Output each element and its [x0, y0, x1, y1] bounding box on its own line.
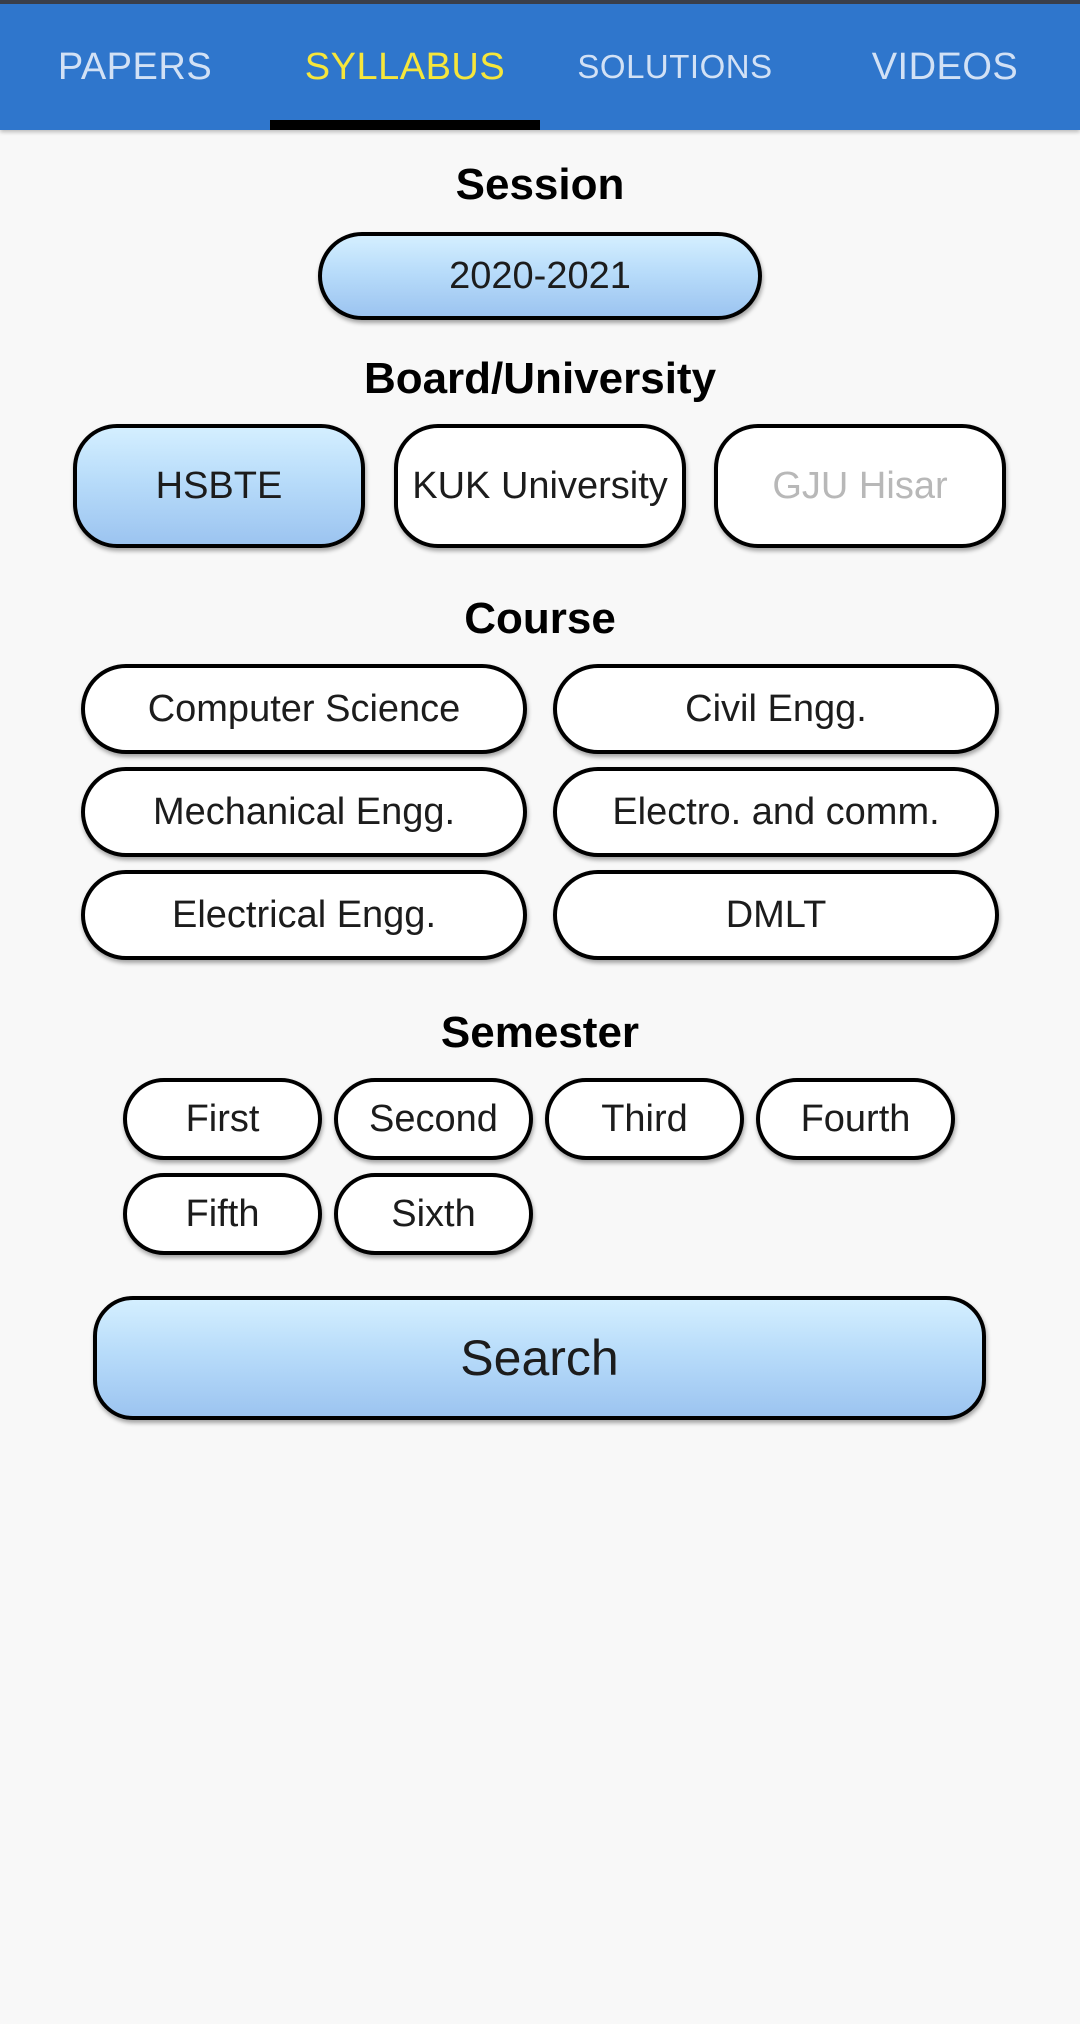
semester-option-first[interactable]: First	[123, 1078, 322, 1160]
semester-option-fifth[interactable]: Fifth	[123, 1173, 322, 1255]
top-tab-bar: PAPERS SYLLABUS SOLUTIONS VIDEOS	[0, 0, 1080, 130]
active-tab-indicator	[270, 120, 540, 130]
board-option-kuk-university[interactable]: KUK University	[394, 424, 686, 548]
course-option-mechanical-engg[interactable]: Mechanical Engg.	[81, 767, 527, 857]
tab-papers[interactable]: PAPERS	[0, 4, 270, 130]
course-option-computer-science[interactable]: Computer Science	[81, 664, 527, 754]
board-title: Board/University	[363, 354, 717, 403]
session-selector[interactable]: 2020-2021	[318, 232, 762, 320]
semester-option-fourth[interactable]: Fourth	[756, 1078, 955, 1160]
search-button[interactable]: Search	[93, 1296, 986, 1420]
semester-option-third[interactable]: Third	[545, 1078, 744, 1160]
board-option-gju-hisar[interactable]: GJU Hisar	[714, 424, 1006, 548]
course-option-electrical-engg[interactable]: Electrical Engg.	[81, 870, 527, 960]
course-option-civil-engg[interactable]: Civil Engg.	[553, 664, 999, 754]
course-option-dmlt[interactable]: DMLT	[553, 870, 999, 960]
semester-title: Semester	[440, 1008, 640, 1057]
course-title: Course	[464, 594, 616, 643]
semester-option-sixth[interactable]: Sixth	[334, 1173, 533, 1255]
course-option-electro-and-comm[interactable]: Electro. and comm.	[553, 767, 999, 857]
tab-solutions[interactable]: SOLUTIONS	[540, 4, 810, 130]
tab-syllabus[interactable]: SYLLABUS	[270, 4, 540, 130]
session-title: Session	[455, 160, 625, 209]
board-option-hsbte[interactable]: HSBTE	[73, 424, 365, 548]
tab-videos[interactable]: VIDEOS	[810, 4, 1080, 130]
semester-option-second[interactable]: Second	[334, 1078, 533, 1160]
